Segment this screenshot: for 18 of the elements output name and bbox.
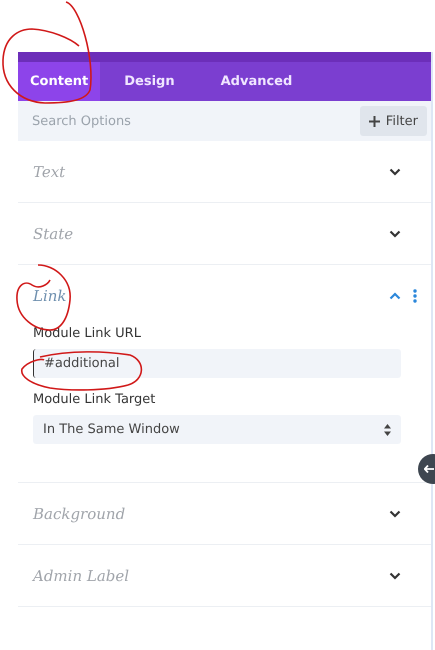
sort-arrows-icon (384, 424, 391, 436)
tab[interactable]: Design (112, 62, 197, 101)
more-icon[interactable] (413, 288, 417, 302)
section-title[interactable]: Link (33, 286, 389, 304)
arrow-left-icon (424, 465, 434, 473)
tab[interactable]: Advanced (208, 62, 314, 101)
url-field[interactable]: #additional (33, 349, 401, 378)
chevron-down-icon[interactable] (389, 572, 401, 580)
plus-icon (368, 116, 380, 126)
target-select[interactable]: In The Same Window (33, 415, 401, 444)
field-label: Module Link URL (33, 326, 142, 341)
field-label: Module Link Target (33, 392, 156, 407)
filter-button[interactable]: Filter (360, 106, 427, 136)
tab[interactable]: Content (18, 62, 100, 101)
chevron-up-icon[interactable] (389, 292, 401, 300)
chevron-down-icon[interactable] (389, 510, 401, 518)
chevron-down-icon[interactable] (389, 230, 401, 238)
chevron-down-icon[interactable] (389, 168, 401, 176)
